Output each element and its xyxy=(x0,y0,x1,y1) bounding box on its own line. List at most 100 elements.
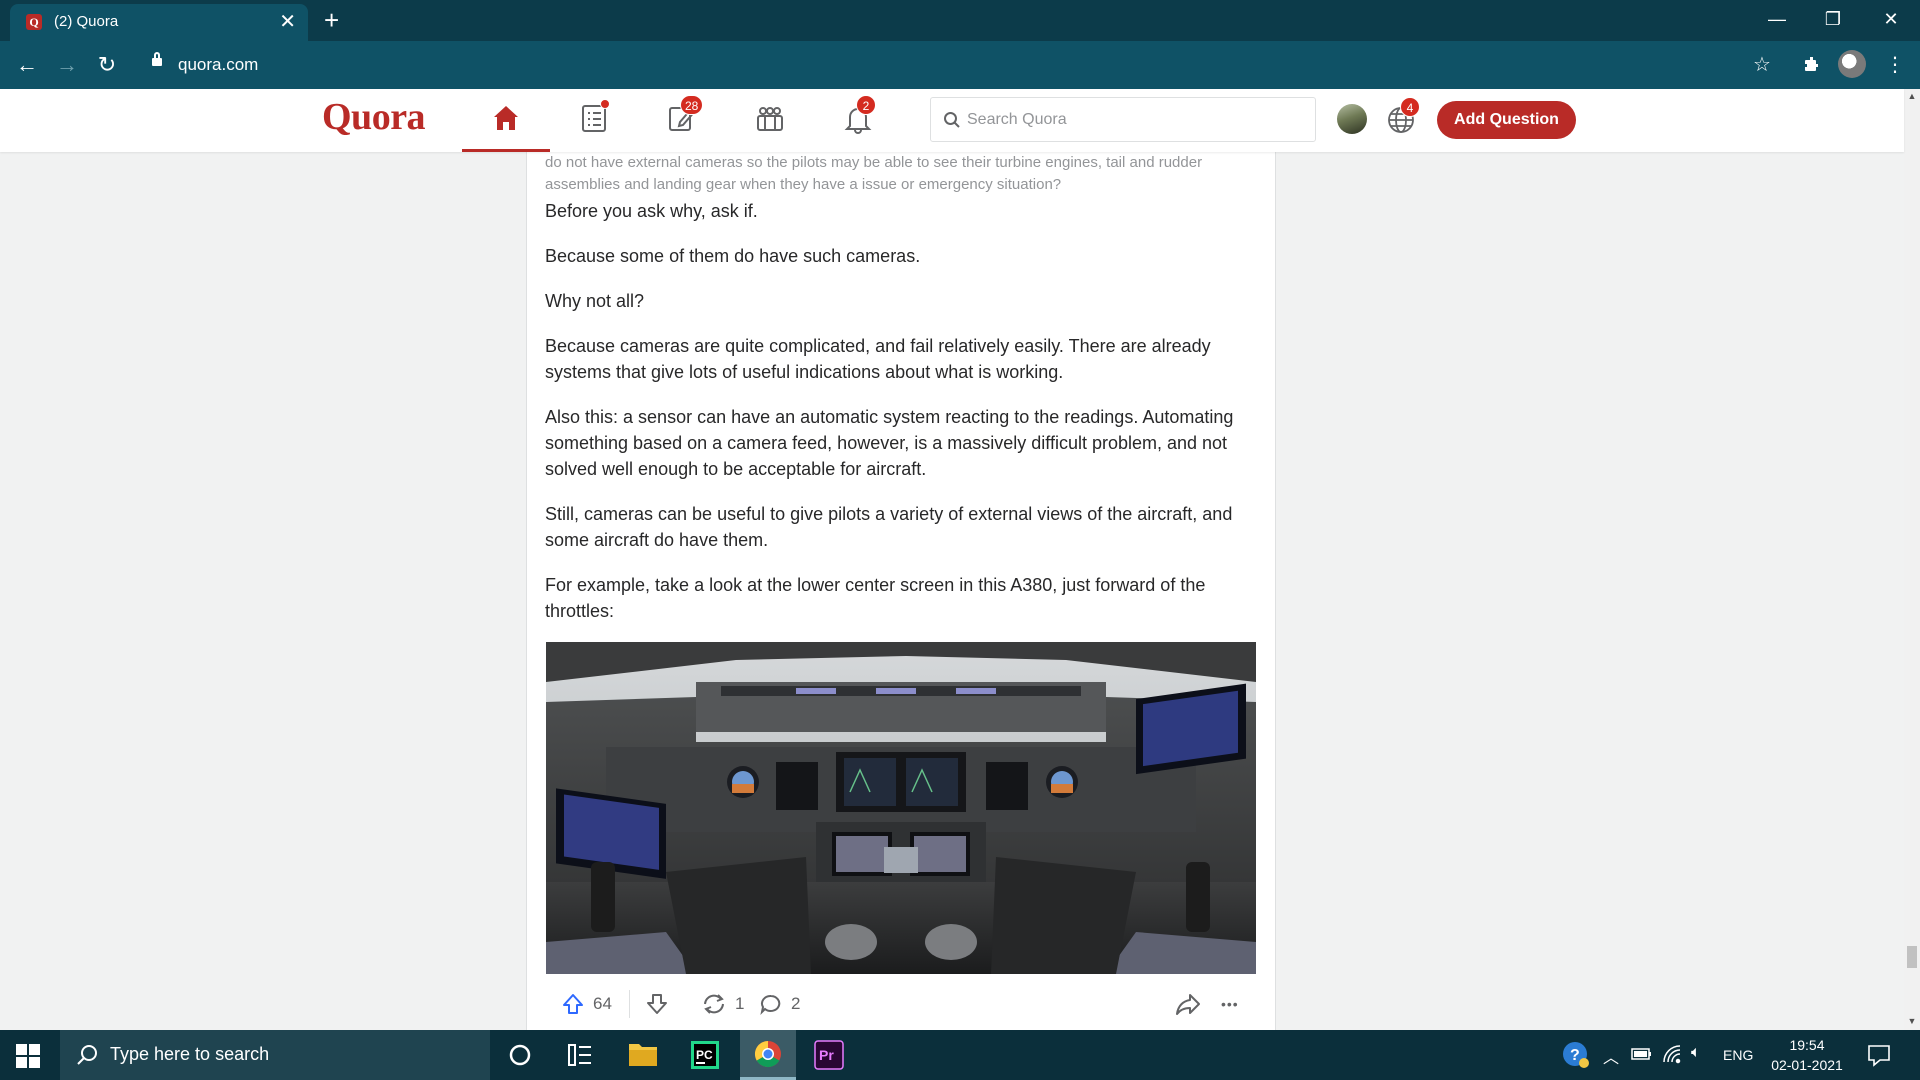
task-view-button[interactable] xyxy=(552,1030,608,1080)
answer-paragraph: Still, cameras can be useful to give pil… xyxy=(545,504,1233,550)
answer-paragraph: Because cameras are quite complicated, a… xyxy=(545,336,1211,382)
cortana-button[interactable] xyxy=(492,1030,548,1080)
scrollbar-thumb[interactable] xyxy=(1907,946,1917,968)
input-language[interactable]: ENG xyxy=(1723,1047,1753,1063)
browser-tab[interactable]: Q (2) Quora ✕ xyxy=(10,4,308,41)
nav-answer[interactable]: 28 xyxy=(638,89,726,152)
browser-menu-icon[interactable]: ⋮ xyxy=(1880,51,1910,79)
taskbar-search-icon xyxy=(77,1045,97,1065)
bookmark-star-icon[interactable]: ☆ xyxy=(1747,51,1777,79)
upvote-arrow-icon xyxy=(563,994,583,1014)
browser-titlebar: Q (2) Quora ✕ + — ❐ ✕ xyxy=(0,0,1920,41)
answer-badge: 28 xyxy=(680,95,704,115)
extensions-puzzle-icon[interactable] xyxy=(1797,51,1827,83)
action-center-icon[interactable] xyxy=(1866,1042,1892,1073)
wifi-icon[interactable] xyxy=(1662,1044,1684,1069)
battery-icon[interactable] xyxy=(1631,1044,1653,1069)
taskbar-search-placeholder: Type here to search xyxy=(110,1044,270,1064)
reload-icon[interactable]: ↻ xyxy=(93,51,121,79)
answer-paragraph: Also this: a sensor can have an automati… xyxy=(545,407,1234,479)
nav-spaces[interactable] xyxy=(726,89,814,152)
forward-arrow-icon[interactable]: → xyxy=(53,51,81,79)
share-arrow-icon xyxy=(1176,994,1200,1015)
scroll-down-arrow-icon[interactable]: ▼ xyxy=(1907,1016,1917,1026)
nav-following[interactable] xyxy=(550,89,638,152)
home-icon xyxy=(494,106,518,130)
question-text[interactable]: do not have external cameras so the pilo… xyxy=(545,152,1245,196)
address-bar[interactable]: quora.com xyxy=(140,49,1770,81)
svg-text:?: ? xyxy=(1570,1047,1580,1064)
clock-time: 19:54 xyxy=(1789,1037,1825,1053)
page-scrollbar[interactable]: ▲ ▼ xyxy=(1904,89,1920,1030)
a380-cockpit-image[interactable] xyxy=(546,642,1256,974)
chrome-icon xyxy=(754,1040,781,1068)
share-reshare-button[interactable]: 1 xyxy=(701,982,744,1026)
downvote-button[interactable] xyxy=(645,982,669,1026)
premiere-button[interactable]: Pr xyxy=(801,1030,857,1080)
reshare-count: 1 xyxy=(735,994,745,1013)
close-window-button[interactable]: ✕ xyxy=(1871,6,1911,32)
quora-search-input[interactable] xyxy=(967,107,1297,133)
show-hidden-icons-chevron-icon[interactable]: ︿ xyxy=(1603,1044,1619,1068)
windows-start-icon[interactable] xyxy=(16,1044,40,1068)
pycharm-icon: PC xyxy=(691,1041,719,1069)
comment-bubble-icon xyxy=(760,995,781,1016)
upvote-button[interactable]: 64 xyxy=(561,982,612,1026)
following-unread-dot xyxy=(600,99,610,109)
back-arrow-icon[interactable]: ← xyxy=(13,51,41,79)
scroll-up-arrow-icon[interactable]: ▲ xyxy=(1907,91,1917,101)
chrome-button[interactable] xyxy=(740,1030,796,1080)
more-options-button[interactable]: ••• xyxy=(1221,982,1239,1026)
premiere-pro-icon: Pr xyxy=(814,1040,844,1070)
quora-search-box[interactable] xyxy=(930,97,1316,142)
downvote-arrow-icon xyxy=(647,994,667,1014)
tab-close-icon[interactable]: ✕ xyxy=(279,10,296,34)
answer-paragraph: Before you ask why, ask if. xyxy=(545,201,758,221)
restore-button[interactable]: ❐ xyxy=(1813,6,1853,32)
reshare-icon xyxy=(704,994,724,1014)
nav-home[interactable] xyxy=(462,89,550,152)
browser-toolbar: ← → ↻ quora.com ☆ ⋮ xyxy=(0,41,1920,89)
upvote-count: 64 xyxy=(593,994,612,1013)
tab-title: (2) Quora xyxy=(54,13,119,30)
folder-icon xyxy=(629,1044,657,1066)
pycharm-button[interactable]: PC xyxy=(677,1030,733,1080)
quora-logo[interactable]: Quora xyxy=(322,95,426,139)
comment-count: 2 xyxy=(791,994,801,1013)
answer-card: do not have external cameras so the pilo… xyxy=(526,152,1276,1030)
notifications-badge: 2 xyxy=(856,95,876,115)
share-button[interactable] xyxy=(1175,982,1201,1026)
answer-paragraph: Why not all? xyxy=(545,291,645,311)
answer-actions-bar: 64 1 2 ••• xyxy=(545,982,1259,1026)
pycharm-label: PC xyxy=(696,1048,713,1062)
cortana-circle-icon xyxy=(509,1044,531,1066)
system-clock[interactable]: 19:54 02-01-2021 xyxy=(1762,1035,1852,1075)
quora-header: Quora 28 2 4 Add Question xyxy=(0,89,1904,152)
file-explorer-button[interactable] xyxy=(615,1030,671,1080)
lock-icon xyxy=(152,52,162,66)
new-tab-button[interactable]: + xyxy=(324,6,339,34)
user-avatar[interactable] xyxy=(1337,104,1367,134)
quora-favicon-icon: Q xyxy=(26,14,42,30)
clock-date: 02-01-2021 xyxy=(1771,1057,1843,1073)
vote-divider xyxy=(629,990,630,1018)
windows-taskbar: Type here to search PC Pr ? ︿ 🔈︎ ENG 19:… xyxy=(0,1030,1920,1080)
help-tray-icon[interactable]: ? xyxy=(1562,1041,1590,1074)
search-icon xyxy=(944,112,960,128)
languages-badge: 4 xyxy=(1400,97,1420,117)
comment-button[interactable]: 2 xyxy=(759,982,800,1026)
volume-icon[interactable]: 🔈︎ xyxy=(1691,1044,1701,1062)
premiere-label: Pr xyxy=(819,1047,834,1063)
url-text: quora.com xyxy=(178,55,259,74)
answer-paragraph: For example, take a look at the lower ce… xyxy=(545,575,1206,621)
taskbar-search-box[interactable]: Type here to search xyxy=(60,1030,490,1080)
spaces-people-icon xyxy=(757,107,783,131)
task-view-icon xyxy=(568,1044,591,1066)
add-question-button[interactable]: Add Question xyxy=(1437,101,1576,139)
answer-body: Before you ask why, ask if. Because some… xyxy=(545,198,1259,643)
languages-button[interactable]: 4 xyxy=(1384,97,1420,140)
nav-notifications[interactable]: 2 xyxy=(814,89,902,152)
answer-paragraph: Because some of them do have such camera… xyxy=(545,246,921,266)
browser-profile-avatar[interactable] xyxy=(1838,50,1866,78)
minimize-button[interactable]: — xyxy=(1757,6,1797,32)
